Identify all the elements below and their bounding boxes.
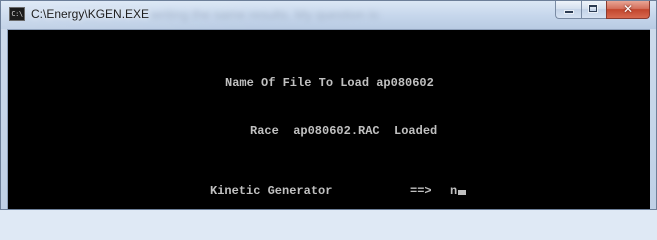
window-title: C:\Energy\KGEN.EXE (31, 7, 150, 21)
input-value: n (450, 184, 458, 198)
caption-buttons: ✕ (555, 1, 650, 20)
minimize-icon (565, 11, 573, 13)
close-icon: ✕ (622, 2, 634, 16)
generator-label: Kinetic Generator (210, 184, 333, 198)
file-prompt-line: Name Of File To Load ap080602 (225, 76, 434, 90)
close-button[interactable]: ✕ (606, 1, 650, 19)
console-output[interactable]: Name Of File To Load ap080602 Race ap080… (7, 29, 650, 209)
background-window-text: writing the same results. My question is… (151, 7, 382, 22)
maximize-button[interactable] (581, 1, 606, 19)
maximize-icon (589, 5, 597, 12)
title-bar[interactable]: writing the same results. My question is… (1, 1, 656, 29)
input-line[interactable]: n (450, 184, 467, 198)
race-loaded-line: Race ap080602.RAC Loaded (250, 124, 438, 138)
minimize-button[interactable] (555, 1, 581, 19)
prompt-arrow: ==> (410, 184, 432, 198)
console-app-icon[interactable]: C:\ (9, 7, 25, 21)
text-cursor (458, 190, 467, 195)
console-window: writing the same results. My question is… (0, 0, 657, 210)
